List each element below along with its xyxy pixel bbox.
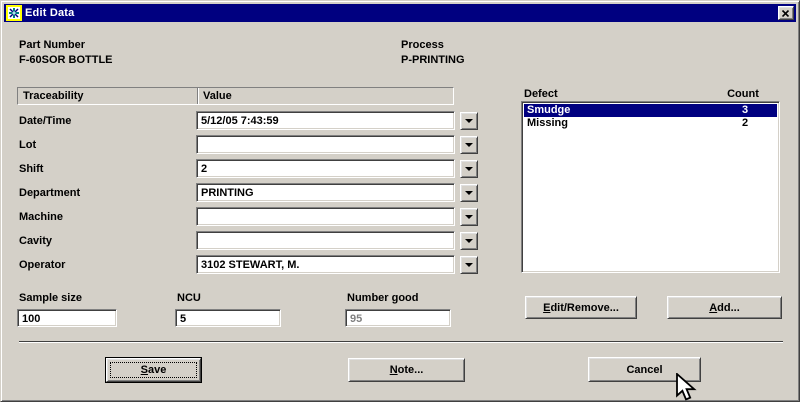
header-cell-traceability: Traceability bbox=[18, 90, 197, 102]
chevron-down-icon bbox=[465, 167, 473, 171]
row-label-date-time: Date/Time bbox=[19, 115, 71, 127]
window-title: Edit Data bbox=[25, 7, 74, 19]
chevron-down-icon bbox=[465, 215, 473, 219]
part-number-label: Part Number bbox=[19, 39, 85, 51]
defect-name: Smudge bbox=[524, 104, 570, 116]
number-good-label: Number good bbox=[347, 292, 419, 304]
edit-remove-button[interactable]: Edit/Remove... bbox=[525, 296, 637, 319]
sample-size-label: Sample size bbox=[19, 292, 82, 304]
row-label-shift: Shift bbox=[19, 163, 43, 175]
lot-input[interactable] bbox=[196, 135, 455, 154]
cancel-button[interactable]: Cancel bbox=[588, 357, 701, 382]
shift-dropdown-button[interactable] bbox=[460, 160, 478, 178]
header-cell-value: Value bbox=[199, 90, 453, 102]
row-label-cavity: Cavity bbox=[19, 235, 52, 247]
traceability-table-header: Traceability Value bbox=[17, 87, 454, 105]
operator-input[interactable] bbox=[196, 255, 455, 274]
add-button[interactable]: Add... bbox=[667, 296, 782, 319]
chevron-down-icon bbox=[465, 143, 473, 147]
note-button[interactable]: Note... bbox=[348, 358, 465, 382]
defect-count: 3 bbox=[730, 104, 760, 117]
edit-remove-button-label: Edit/Remove... bbox=[543, 302, 619, 314]
process-value: P-PRINTING bbox=[401, 54, 465, 66]
lot-dropdown-button[interactable] bbox=[460, 136, 478, 154]
note-button-label: Note... bbox=[390, 364, 424, 376]
date-time-dropdown-button[interactable] bbox=[460, 112, 478, 130]
ncu-label: NCU bbox=[177, 292, 201, 304]
close-button[interactable] bbox=[778, 6, 794, 20]
row-label-machine: Machine bbox=[19, 211, 63, 223]
edit-data-dialog: Edit Data Part Number F-60SOR BOTTLE Pro… bbox=[0, 0, 800, 402]
department-dropdown-button[interactable] bbox=[460, 184, 478, 202]
chevron-down-icon bbox=[465, 119, 473, 123]
title-bar[interactable]: Edit Data bbox=[4, 4, 796, 22]
machine-dropdown-button[interactable] bbox=[460, 208, 478, 226]
machine-input[interactable] bbox=[196, 207, 455, 226]
defect-name: Missing bbox=[524, 117, 568, 129]
add-button-label: Add... bbox=[709, 302, 740, 314]
part-number-value: F-60SOR BOTTLE bbox=[19, 54, 113, 66]
defect-listbox[interactable]: Smudge 3 Missing 2 bbox=[521, 101, 780, 273]
sample-size-input[interactable] bbox=[17, 309, 117, 327]
department-input[interactable] bbox=[196, 183, 455, 202]
count-column-header: Count bbox=[713, 88, 773, 100]
row-label-department: Department bbox=[19, 187, 80, 199]
defect-list-item[interactable]: Missing 2 bbox=[524, 117, 777, 130]
save-button-label: Save bbox=[141, 364, 167, 376]
date-time-input[interactable] bbox=[196, 111, 455, 130]
cancel-button-label: Cancel bbox=[626, 364, 662, 376]
operator-dropdown-button[interactable] bbox=[460, 256, 478, 274]
shift-input[interactable] bbox=[196, 159, 455, 178]
ncu-input[interactable] bbox=[175, 309, 281, 327]
save-button[interactable]: Save bbox=[105, 357, 202, 383]
chevron-down-icon bbox=[465, 263, 473, 267]
separator bbox=[19, 341, 783, 343]
close-icon bbox=[782, 10, 790, 17]
chevron-down-icon bbox=[465, 239, 473, 243]
number-good-input bbox=[345, 309, 451, 327]
cavity-input[interactable] bbox=[196, 231, 455, 250]
process-label: Process bbox=[401, 39, 444, 51]
app-icon bbox=[6, 5, 22, 21]
row-label-lot: Lot bbox=[19, 139, 36, 151]
chevron-down-icon bbox=[465, 191, 473, 195]
defect-count: 2 bbox=[730, 117, 760, 130]
row-label-operator: Operator bbox=[19, 259, 65, 271]
cavity-dropdown-button[interactable] bbox=[460, 232, 478, 250]
defect-column-header: Defect bbox=[524, 88, 558, 100]
defect-list-item[interactable]: Smudge 3 bbox=[524, 104, 777, 117]
